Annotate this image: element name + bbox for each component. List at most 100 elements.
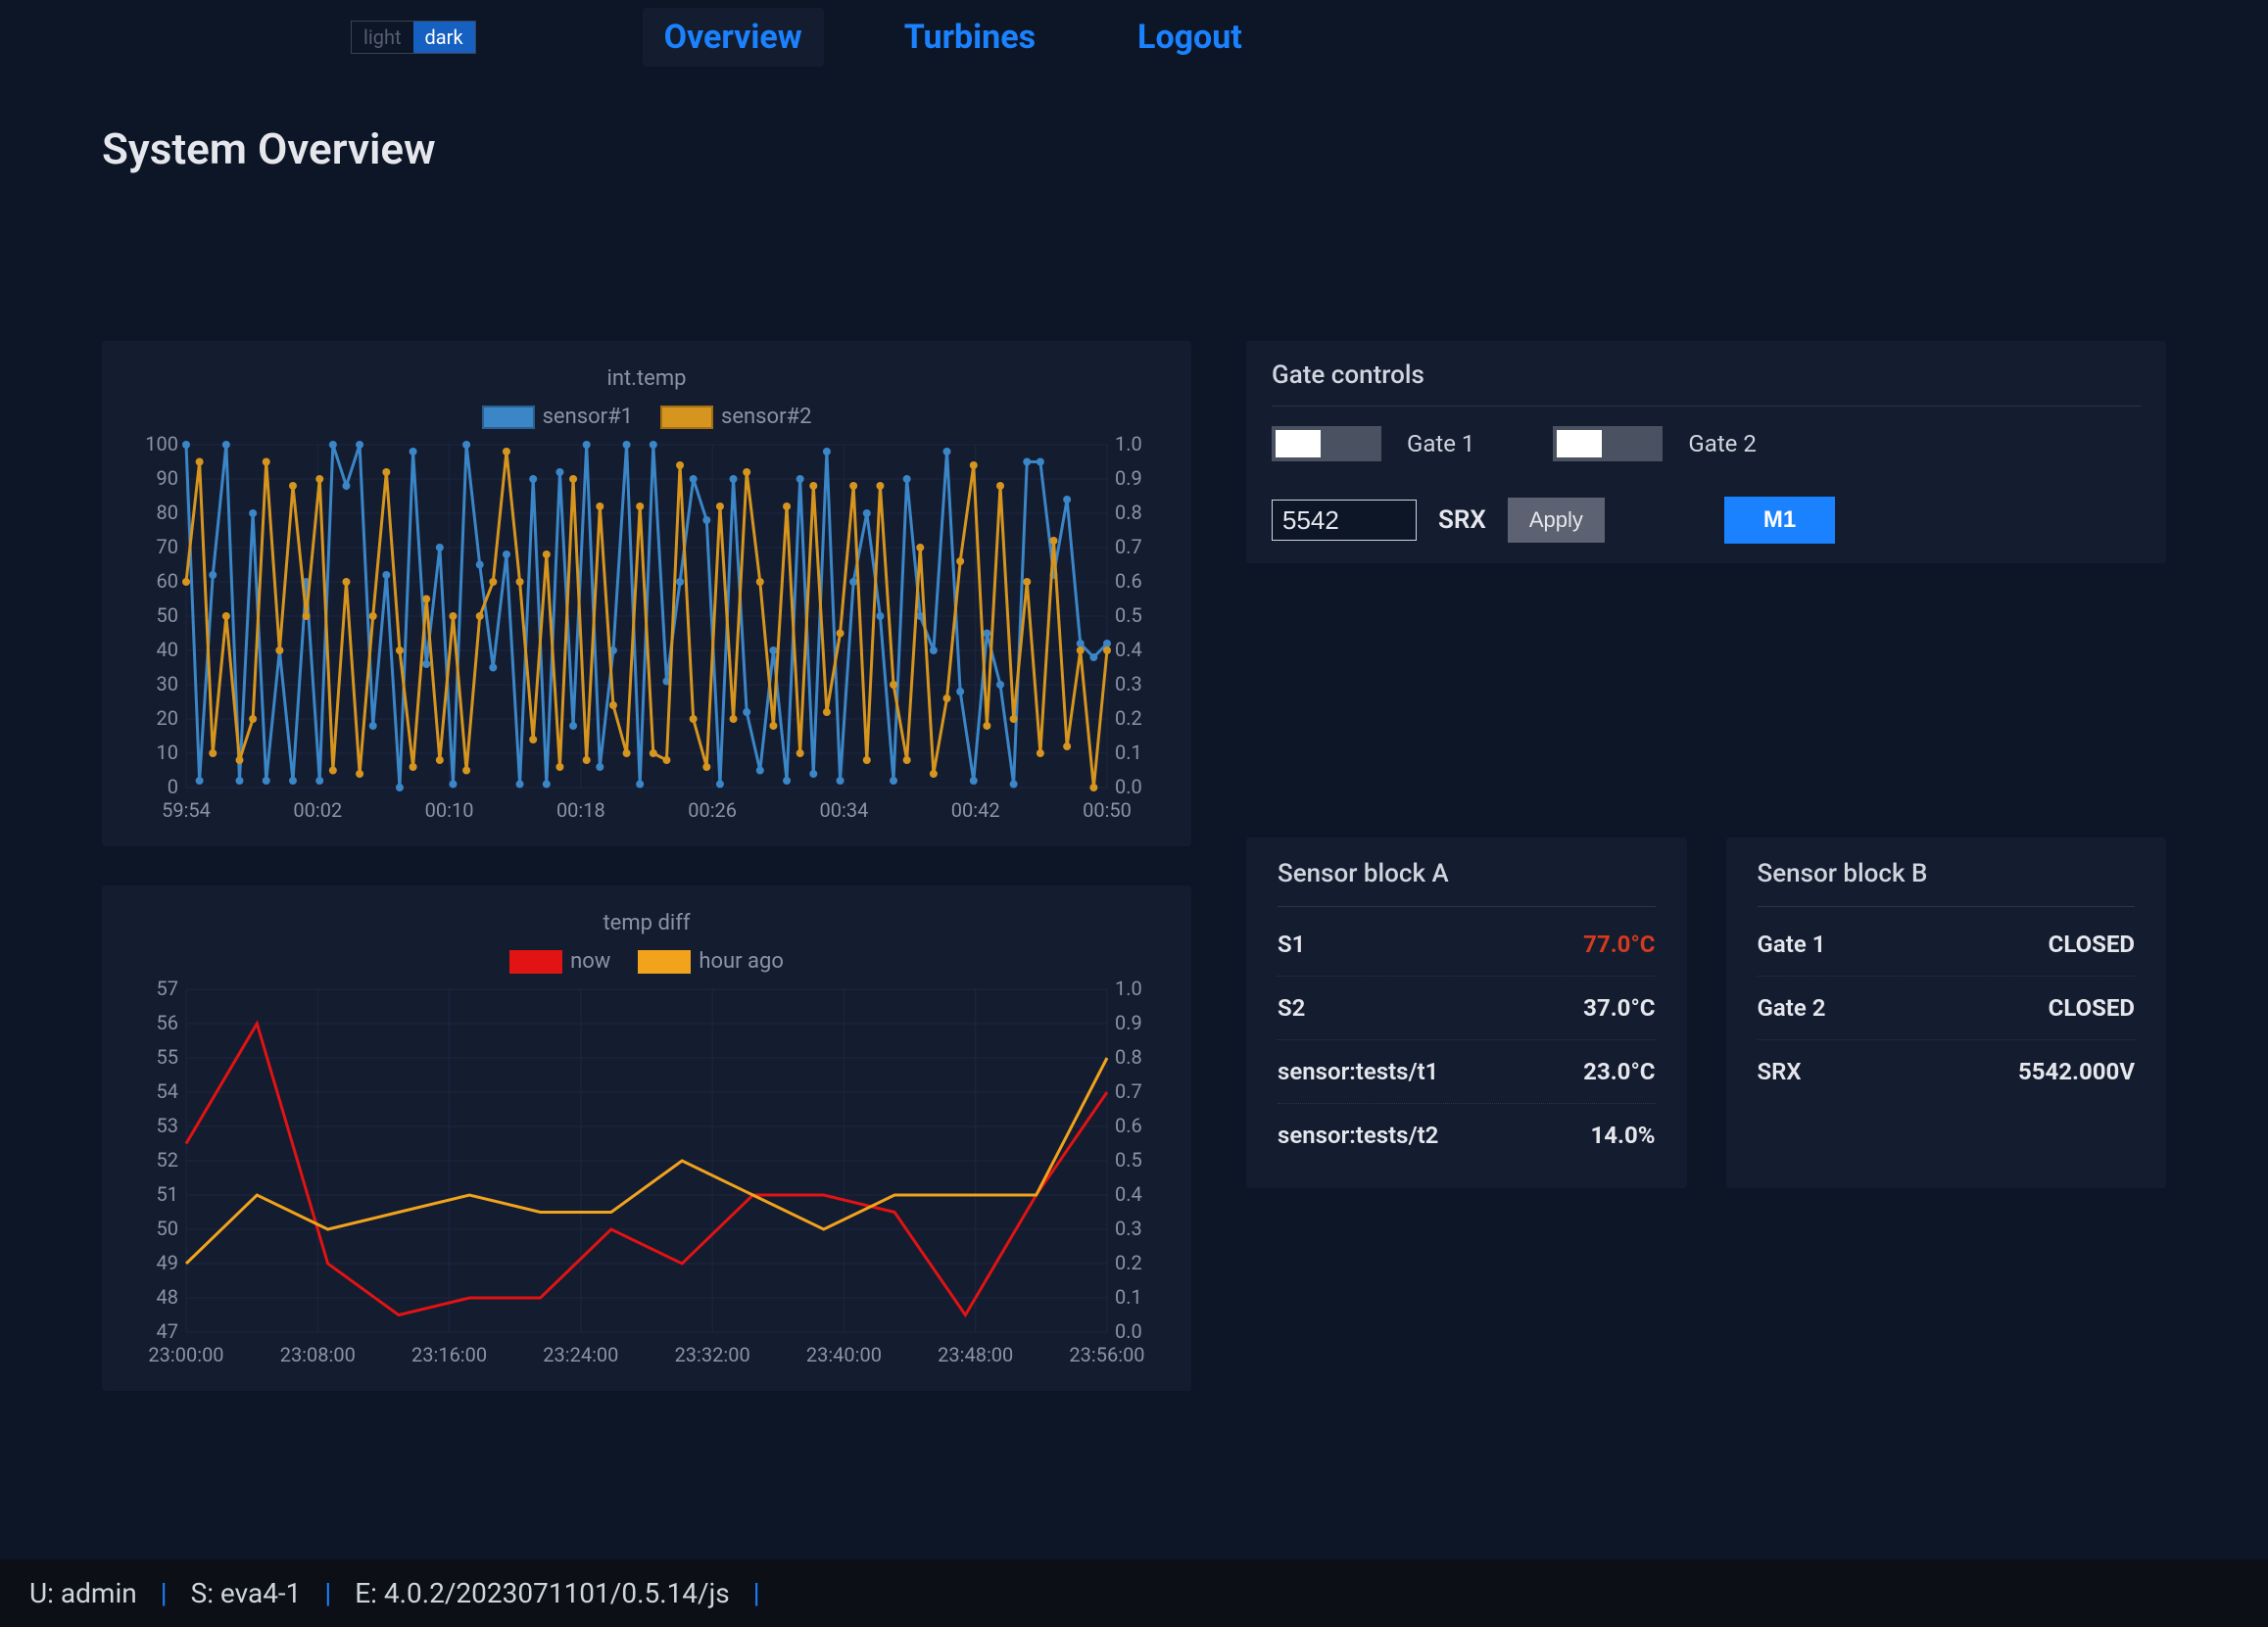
sensor-row: S2 37.0°C <box>1278 977 1656 1040</box>
svg-text:50: 50 <box>157 1217 178 1240</box>
svg-text:0.7: 0.7 <box>1115 1079 1142 1103</box>
sensor-row: SRX5542.000V <box>1758 1040 2136 1103</box>
svg-text:59:54: 59:54 <box>162 798 211 822</box>
svg-text:00:10: 00:10 <box>425 798 474 822</box>
svg-text:30: 30 <box>157 672 178 695</box>
svg-text:0.6: 0.6 <box>1115 1114 1142 1137</box>
svg-text:00:42: 00:42 <box>951 798 1000 822</box>
svg-text:0.3: 0.3 <box>1115 1217 1142 1240</box>
sensor-block-a-title: Sensor block A <box>1278 859 1656 907</box>
theme-toggle[interactable]: light dark <box>351 21 476 54</box>
svg-text:90: 90 <box>157 466 178 490</box>
sensor-row: sensor:tests/t2 14.0% <box>1278 1104 1656 1167</box>
sensor-row: Gate 2 CLOSED <box>1758 977 2136 1040</box>
gate-controls-title: Gate controls <box>1272 360 2141 407</box>
footer-engine: E: 4.0.2/2023071101/0.5.14/js <box>355 1577 730 1609</box>
svg-text:48: 48 <box>157 1285 178 1309</box>
sensor-value: 77.0°C <box>1583 931 1655 958</box>
legend-hour-ago: hour ago <box>699 949 784 974</box>
svg-text:00:50: 00:50 <box>1083 798 1132 822</box>
svg-text:23:16:00: 23:16:00 <box>411 1343 487 1366</box>
svg-text:10: 10 <box>157 741 178 764</box>
svg-text:00:02: 00:02 <box>293 798 342 822</box>
svg-text:0.0: 0.0 <box>1115 1319 1142 1343</box>
svg-text:0.2: 0.2 <box>1115 706 1142 730</box>
svg-text:23:40:00: 23:40:00 <box>806 1343 882 1366</box>
svg-text:0.9: 0.9 <box>1115 1011 1142 1034</box>
sensor-key: Gate 2 <box>1758 994 1826 1022</box>
sensor-value: 5542.000V <box>2018 1058 2135 1085</box>
svg-text:1.0: 1.0 <box>1115 980 1142 1000</box>
svg-text:50: 50 <box>157 603 178 627</box>
chart-legend: now hour ago <box>127 941 1166 980</box>
svg-text:55: 55 <box>157 1045 178 1069</box>
legend-sensor2: sensor#2 <box>721 405 811 429</box>
theme-dark-option[interactable]: dark <box>413 22 475 53</box>
gate1-label: Gate 1 <box>1407 430 1474 457</box>
gate-controls-panel: Gate controls Gate 1 Gate 2 SRX Apply M1 <box>1246 341 2166 563</box>
chart-int-temp: int.temp sensor#1 sensor#2 0102030405060… <box>102 341 1191 846</box>
gate1-switch[interactable] <box>1272 426 1381 461</box>
nav-turbines[interactable]: Turbines <box>883 8 1057 67</box>
nav-overview[interactable]: Overview <box>643 8 824 67</box>
svg-text:0.1: 0.1 <box>1115 741 1142 764</box>
svg-text:0.0: 0.0 <box>1115 775 1142 798</box>
sensor-block-b: Sensor block B Gate 1CLOSEDGate 2CLOSEDS… <box>1726 837 2167 1188</box>
svg-text:53: 53 <box>157 1114 178 1137</box>
sensor-row: Gate 1CLOSED <box>1758 913 2136 977</box>
sensor-value: 23.0°C <box>1583 1058 1655 1085</box>
svg-text:0.5: 0.5 <box>1115 1148 1142 1172</box>
sensor-block-a: Sensor block A S177.0°C S2 37.0°C sensor:te… <box>1246 837 1687 1188</box>
legend-sensor1: sensor#1 <box>543 405 633 429</box>
chart-legend: sensor#1 sensor#2 <box>127 397 1166 435</box>
sensor-value: 14.0% <box>1590 1122 1655 1149</box>
svg-text:0.7: 0.7 <box>1115 535 1142 558</box>
svg-text:0.1: 0.1 <box>1115 1285 1142 1309</box>
svg-text:23:00:00: 23:00:00 <box>148 1343 223 1366</box>
svg-text:23:32:00: 23:32:00 <box>675 1343 750 1366</box>
svg-text:0.4: 0.4 <box>1115 638 1142 661</box>
svg-text:80: 80 <box>157 501 178 524</box>
footer-server: S: eva4-1 <box>191 1577 302 1609</box>
chart-title: temp diff <box>127 905 1166 941</box>
sensor-key: Gate 1 <box>1758 931 1826 958</box>
sensor-row: sensor:tests/t1 23.0°C <box>1278 1040 1656 1104</box>
svg-text:23:48:00: 23:48:00 <box>938 1343 1013 1366</box>
sensor-key: S2 <box>1278 994 1305 1022</box>
page-title: System Overview <box>102 123 2268 174</box>
svg-text:0.8: 0.8 <box>1115 1045 1142 1069</box>
svg-text:47: 47 <box>157 1319 178 1343</box>
srx-input[interactable] <box>1272 500 1417 541</box>
svg-text:51: 51 <box>157 1182 178 1206</box>
svg-text:23:56:00: 23:56:00 <box>1069 1343 1144 1366</box>
theme-light-option[interactable]: light <box>352 22 413 53</box>
svg-text:00:34: 00:34 <box>820 798 869 822</box>
svg-text:20: 20 <box>157 706 178 730</box>
nav-logout[interactable]: Logout <box>1116 8 1264 67</box>
sensor-value: 37.0°C <box>1583 994 1655 1022</box>
main-nav: Overview Turbines Logout <box>643 8 1264 67</box>
sensor-key: sensor:tests/t1 <box>1278 1058 1438 1085</box>
svg-text:57: 57 <box>157 980 178 1000</box>
m1-button[interactable]: M1 <box>1724 497 1835 544</box>
svg-text:0: 0 <box>168 775 178 798</box>
apply-button[interactable]: Apply <box>1508 498 1605 543</box>
gate2-switch[interactable] <box>1553 426 1663 461</box>
chart-title: int.temp <box>127 360 1166 397</box>
sensor-value: CLOSED <box>2049 994 2135 1022</box>
svg-text:0.2: 0.2 <box>1115 1251 1142 1274</box>
status-footer: U: admin| S: eva4-1| E: 4.0.2/2023071101… <box>0 1559 2268 1627</box>
svg-text:1.0: 1.0 <box>1115 435 1142 455</box>
svg-text:0.3: 0.3 <box>1115 672 1142 695</box>
svg-text:70: 70 <box>157 535 178 558</box>
svg-text:00:18: 00:18 <box>556 798 605 822</box>
footer-user: U: admin <box>29 1577 137 1609</box>
svg-text:0.6: 0.6 <box>1115 569 1142 593</box>
svg-text:0.9: 0.9 <box>1115 466 1142 490</box>
gate2-label: Gate 2 <box>1688 430 1756 457</box>
sensor-row: S177.0°C <box>1278 913 1656 977</box>
sensor-key: sensor:tests/t2 <box>1278 1122 1438 1149</box>
legend-now: now <box>570 949 610 974</box>
svg-text:40: 40 <box>157 638 178 661</box>
svg-text:54: 54 <box>157 1079 178 1103</box>
